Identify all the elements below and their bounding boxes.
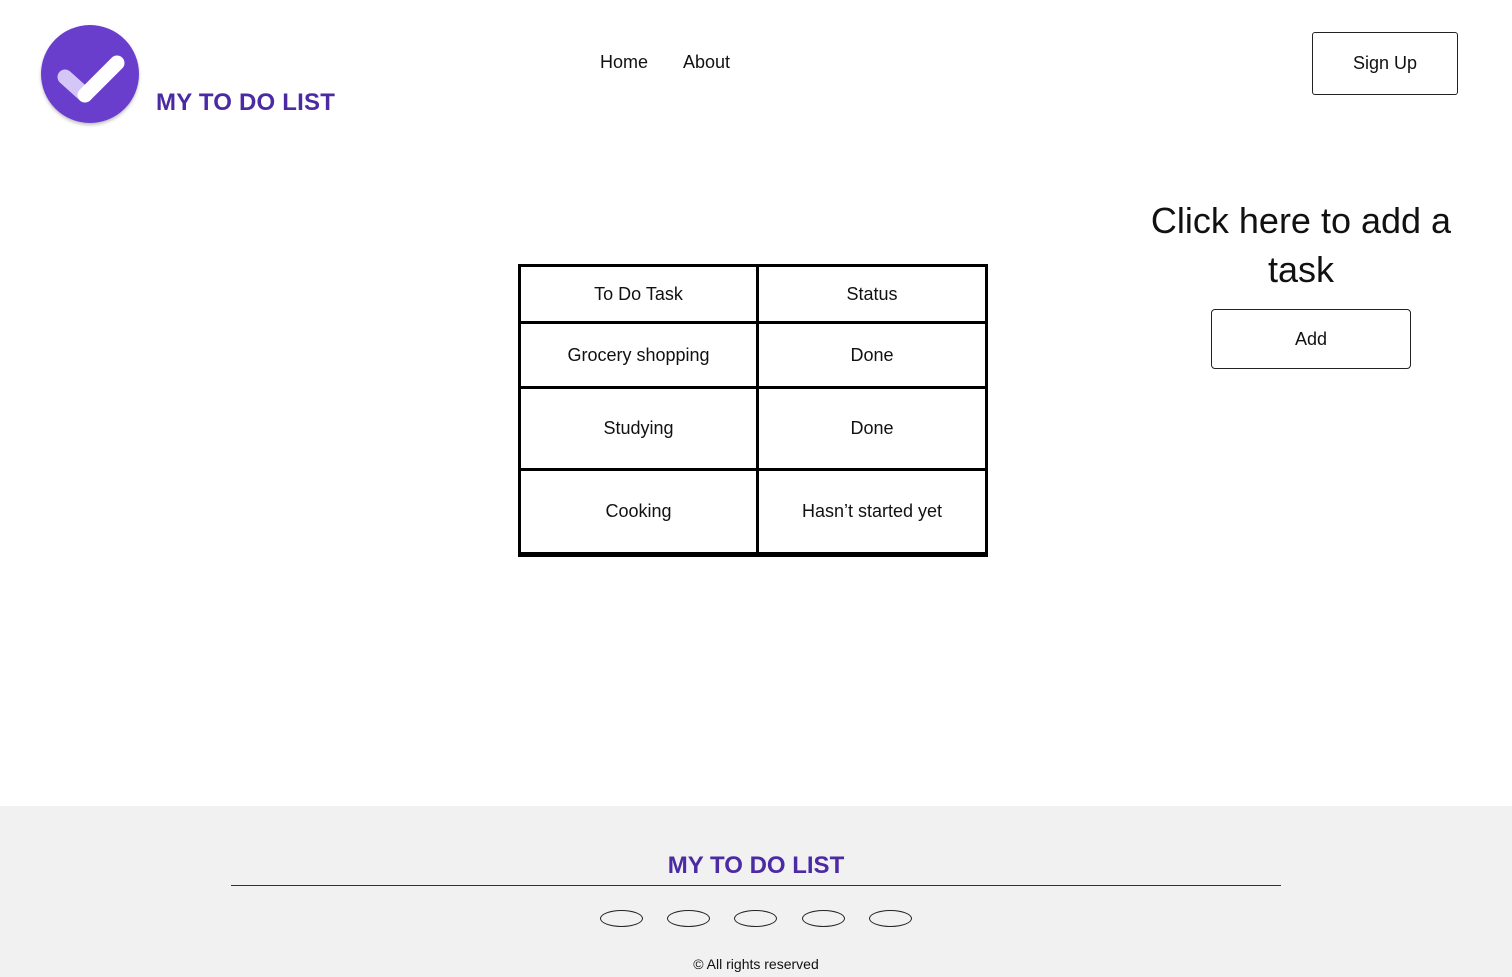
- table-row: Studying Done: [518, 386, 988, 471]
- task-cell: Cooking: [518, 468, 759, 556]
- table-row: Grocery shopping Done: [518, 321, 988, 389]
- task-cell: Studying: [518, 386, 759, 471]
- add-task-heading: Click here to add a task: [1150, 200, 1452, 290]
- social-icon-3[interactable]: [734, 910, 777, 927]
- column-header-status: Status: [756, 264, 988, 324]
- logo-checkmark-icon: [41, 25, 139, 123]
- add-task-button[interactable]: Add: [1211, 309, 1411, 369]
- status-cell: Done: [756, 321, 988, 389]
- social-icon-5[interactable]: [869, 910, 912, 927]
- copyright-text: © All rights reserved: [693, 956, 819, 972]
- status-cell: Hasn’t started yet: [756, 468, 988, 556]
- nav-about-link[interactable]: About: [683, 52, 730, 73]
- social-icon-2[interactable]: [667, 910, 710, 927]
- task-cell: Grocery shopping: [518, 321, 759, 389]
- status-cell: Done: [756, 386, 988, 471]
- table-header-row: To Do Task Status: [518, 264, 988, 324]
- sign-up-button[interactable]: Sign Up: [1312, 32, 1458, 95]
- social-icon-4[interactable]: [802, 910, 845, 927]
- footer: MY TO DO LIST © All rights reserved: [0, 806, 1512, 977]
- footer-brand: MY TO DO LIST: [667, 852, 845, 879]
- table-row: Cooking Hasn’t started yet: [518, 468, 988, 556]
- brand-title: MY TO DO LIST: [156, 89, 336, 116]
- column-header-task: To Do Task: [518, 264, 759, 324]
- social-icon-1[interactable]: [600, 910, 643, 927]
- task-table: To Do Task Status Grocery shopping Done …: [518, 264, 988, 557]
- checkmark-icon: [57, 55, 125, 103]
- footer-divider: [231, 885, 1281, 886]
- nav-home-link[interactable]: Home: [600, 52, 648, 73]
